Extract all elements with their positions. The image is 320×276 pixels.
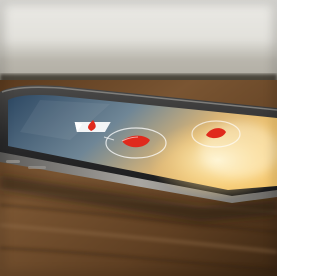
- photo-scene: [0, 0, 277, 276]
- photo-illustration: [0, 0, 277, 276]
- side-button: [28, 166, 46, 169]
- side-button: [6, 160, 20, 163]
